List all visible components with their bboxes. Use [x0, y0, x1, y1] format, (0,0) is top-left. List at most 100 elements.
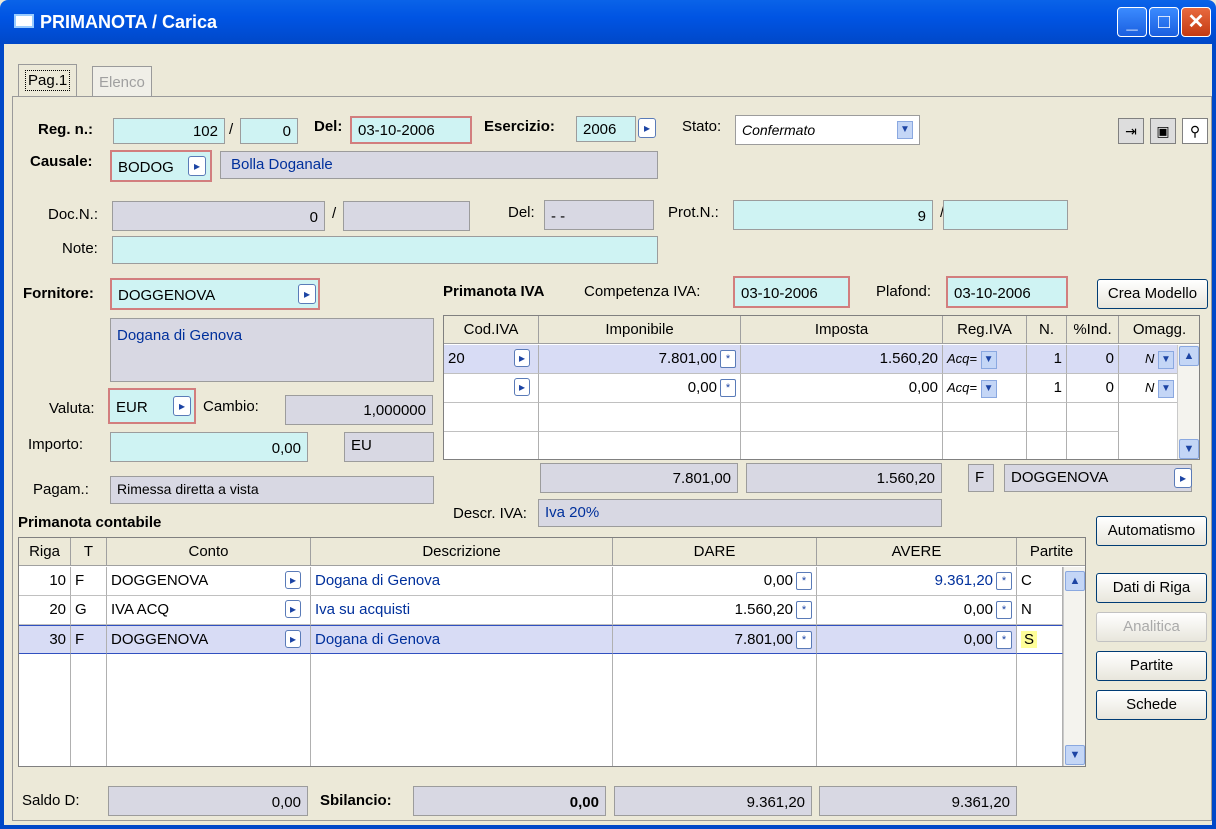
- prot-sub-field[interactable]: [943, 200, 1068, 230]
- reg-iva-cell[interactable]: Acq= ▼: [943, 374, 1027, 403]
- tab-pag1[interactable]: Pag.1: [18, 64, 78, 98]
- partite-cell[interactable]: N: [1017, 596, 1063, 625]
- empty-cell[interactable]: [539, 432, 741, 459]
- docn-sub-field[interactable]: [343, 201, 470, 231]
- dare-cell[interactable]: 7.801,00 *: [613, 625, 817, 654]
- chevron-down-icon[interactable]: ▼: [1158, 350, 1174, 369]
- imponibile-cell[interactable]: 7.801,00 *: [539, 345, 741, 374]
- valuta-lookup-icon[interactable]: ▸: [173, 396, 191, 416]
- imposta-cell[interactable]: 1.560,20: [741, 345, 943, 374]
- calculator-icon[interactable]: *: [796, 572, 812, 591]
- scroll-down-icon[interactable]: ▼: [1179, 439, 1199, 459]
- empty-cell[interactable]: [107, 654, 311, 766]
- imposta-cell[interactable]: 0,00: [741, 374, 943, 403]
- n-cell[interactable]: 1: [1027, 345, 1067, 374]
- omagg-cell[interactable]: N ▼: [1119, 345, 1179, 374]
- t-cell[interactable]: G: [71, 596, 107, 625]
- empty-cell[interactable]: [943, 403, 1027, 432]
- n-cell[interactable]: 1: [1027, 374, 1067, 403]
- partite-cell[interactable]: C: [1017, 567, 1063, 596]
- descrizione-cell[interactable]: Dogana di Genova: [311, 625, 613, 654]
- empty-cell[interactable]: [444, 403, 539, 432]
- stato-select[interactable]: Confermato ▼: [735, 115, 920, 145]
- scroll-down-icon[interactable]: ▼: [1065, 745, 1085, 765]
- t-cell[interactable]: F: [71, 625, 107, 654]
- analitica-button[interactable]: Analitica: [1096, 612, 1207, 642]
- chevron-down-icon[interactable]: ▼: [897, 121, 913, 139]
- docn-field[interactable]: 0: [112, 201, 325, 231]
- descrizione-cell[interactable]: Dogana di Genova: [311, 567, 613, 596]
- iva-scrollbar[interactable]: ▲ ▼: [1177, 345, 1199, 459]
- empty-cell[interactable]: [817, 654, 1017, 766]
- minimize-button[interactable]: _: [1117, 7, 1147, 37]
- empty-cell[interactable]: [1017, 654, 1063, 766]
- lookup-icon[interactable]: ▸: [514, 349, 530, 367]
- scroll-up-icon[interactable]: ▲: [1065, 571, 1085, 591]
- partite-button[interactable]: Partite: [1096, 651, 1207, 681]
- schede-button[interactable]: Schede: [1096, 690, 1207, 720]
- calculator-icon[interactable]: *: [996, 631, 1012, 650]
- avere-cell[interactable]: 0,00 *: [817, 596, 1017, 625]
- maximize-button[interactable]: □: [1149, 7, 1179, 37]
- transfer-icon[interactable]: ⇥: [1118, 118, 1144, 144]
- omagg-cell[interactable]: N ▼: [1119, 374, 1179, 403]
- reg-number-field[interactable]: 102: [113, 118, 225, 144]
- esercizio-field[interactable]: 2006: [576, 116, 636, 142]
- fornitore-code-field[interactable]: DOGGENOVA: [110, 278, 320, 310]
- empty-cell[interactable]: [613, 654, 817, 766]
- empty-cell[interactable]: [1067, 432, 1119, 459]
- search-icon[interactable]: ⚲: [1182, 118, 1208, 144]
- empty-cell[interactable]: [1067, 403, 1119, 432]
- tab-elenco[interactable]: Elenco: [92, 66, 152, 98]
- empty-cell[interactable]: [943, 432, 1027, 459]
- lookup-icon[interactable]: ▸: [285, 630, 301, 648]
- iva-cod-cell[interactable]: 20 ▸: [444, 345, 539, 374]
- chip-icon[interactable]: ▣: [1150, 118, 1176, 144]
- empty-cell[interactable]: [19, 654, 71, 766]
- ind-cell[interactable]: 0: [1067, 374, 1119, 403]
- empty-cell[interactable]: [444, 432, 539, 459]
- importo-field[interactable]: 0,00: [110, 432, 308, 462]
- riga-cell[interactable]: 10: [19, 567, 71, 596]
- crea-modello-button[interactable]: Crea Modello: [1097, 279, 1208, 309]
- reg-sub-field[interactable]: 0: [240, 118, 298, 144]
- t-cell[interactable]: F: [71, 567, 107, 596]
- fornitore-lookup-icon[interactable]: ▸: [298, 284, 316, 304]
- calculator-icon[interactable]: *: [796, 601, 812, 620]
- avere-cell[interactable]: 0,00 *: [817, 625, 1017, 654]
- partite-cell[interactable]: S: [1017, 625, 1063, 654]
- close-button[interactable]: ✕: [1181, 7, 1211, 37]
- chevron-down-icon[interactable]: ▼: [980, 379, 997, 398]
- calculator-icon[interactable]: *: [720, 350, 736, 369]
- imponibile-cell[interactable]: 0,00 *: [539, 374, 741, 403]
- empty-cell[interactable]: [1027, 432, 1067, 459]
- conto-cell[interactable]: DOGGENOVA ▸: [107, 625, 311, 654]
- riga-cell[interactable]: 30: [19, 625, 71, 654]
- ind-cell[interactable]: 0: [1067, 345, 1119, 374]
- plafond-date-field[interactable]: 03-10-2006: [946, 276, 1068, 308]
- tipo-code-field[interactable]: DOGGENOVA: [1004, 464, 1192, 492]
- empty-cell[interactable]: [539, 403, 741, 432]
- calculator-icon[interactable]: *: [996, 572, 1012, 591]
- conto-cell[interactable]: IVA ACQ ▸: [107, 596, 311, 625]
- reg-iva-cell[interactable]: Acq= ▼: [943, 345, 1027, 374]
- esercizio-lookup-icon[interactable]: ▸: [638, 118, 656, 138]
- conto-cell[interactable]: DOGGENOVA ▸: [107, 567, 311, 596]
- calculator-icon[interactable]: *: [996, 601, 1012, 620]
- causale-lookup-icon[interactable]: ▸: [188, 156, 206, 176]
- empty-cell[interactable]: [311, 654, 613, 766]
- dare-cell[interactable]: 0,00 *: [613, 567, 817, 596]
- empty-cell[interactable]: [1027, 403, 1067, 432]
- empty-cell[interactable]: [741, 403, 943, 432]
- dare-cell[interactable]: 1.560,20 *: [613, 596, 817, 625]
- competenza-date-field[interactable]: 03-10-2006: [733, 276, 850, 308]
- avere-cell[interactable]: 9.361,20 *: [817, 567, 1017, 596]
- descrizione-cell[interactable]: Iva su acquisti: [311, 596, 613, 625]
- doc-date-field[interactable]: - -: [544, 200, 654, 230]
- riga-cell[interactable]: 20: [19, 596, 71, 625]
- cambio-field[interactable]: 1,000000: [285, 395, 433, 425]
- pagamento-field[interactable]: Rimessa diretta a vista: [110, 476, 434, 504]
- lookup-icon[interactable]: ▸: [514, 378, 530, 396]
- iva-cod-cell[interactable]: ▸: [444, 374, 539, 403]
- tipo-lookup-icon[interactable]: ▸: [1174, 468, 1192, 488]
